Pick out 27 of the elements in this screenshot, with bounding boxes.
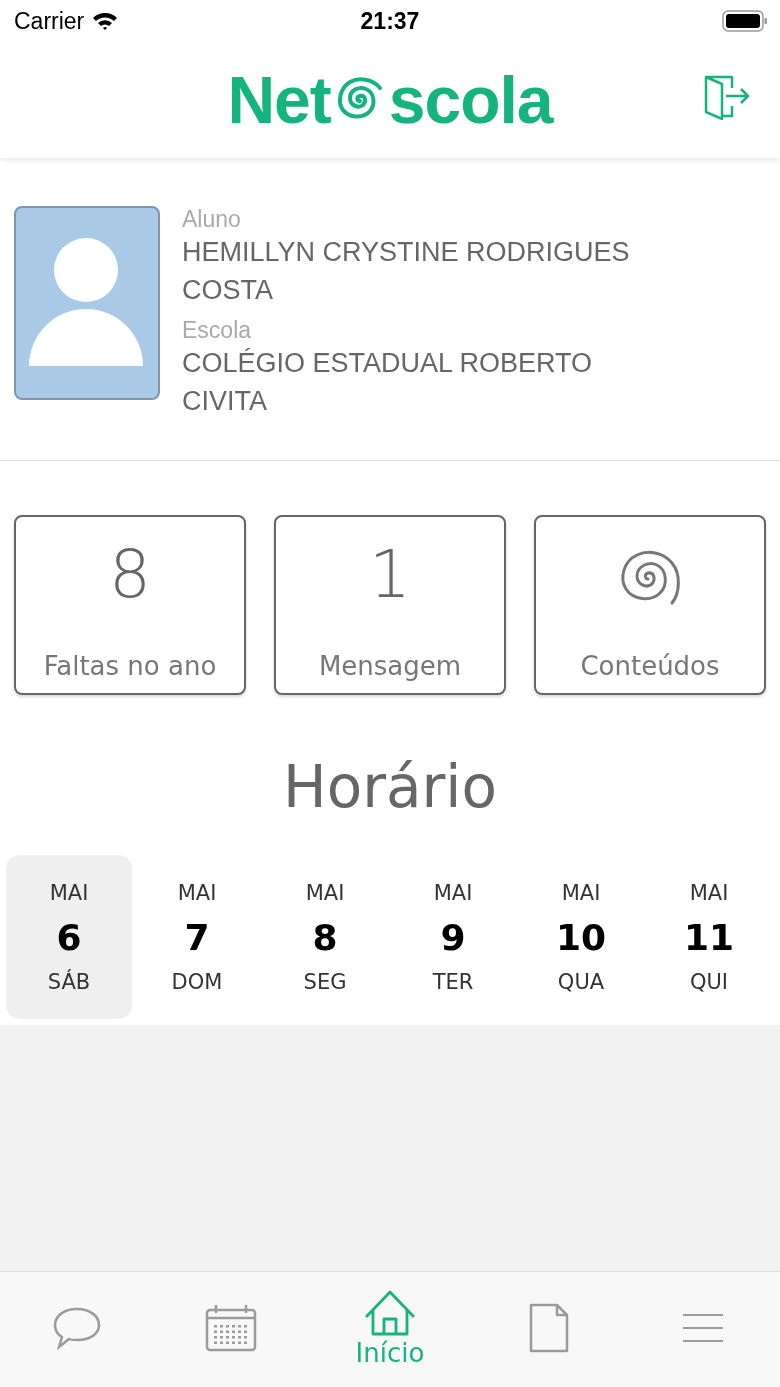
summary-tile[interactable]: Conteúdos: [534, 515, 766, 695]
tile-label: Mensagem: [318, 651, 462, 681]
summary-tile[interactable]: 1 Mensagem: [274, 515, 506, 695]
wifi-icon: [92, 11, 119, 31]
carrier-name: Carrier: [14, 7, 85, 35]
tile-count: 8: [109, 535, 151, 615]
tile-label: Conteúdos: [580, 651, 720, 681]
section-title: Horário: [282, 753, 498, 821]
clock-time: 21:37: [360, 7, 420, 35]
calendar-icon: [205, 1304, 258, 1352]
document-icon: [527, 1303, 570, 1353]
tile-label: Faltas no ano: [43, 651, 217, 681]
day-tab[interactable]: MAI 6 SÁB: [6, 855, 132, 1019]
tab-label: Início: [355, 1338, 425, 1368]
speech-bubble-icon: [52, 1305, 103, 1351]
field-label: Aluno: [182, 206, 242, 233]
home-icon: [363, 1290, 416, 1336]
field-label: Escola: [182, 317, 253, 344]
school-name: COLÉGIO ESTADUAL ROBERTO CIVITA: [182, 347, 594, 418]
battery-icon: [722, 10, 768, 32]
tile-count: 1: [369, 535, 411, 615]
logo-text: Net: [227, 62, 331, 138]
avatar-icon: [14, 206, 160, 400]
student-name: HEMILLYN CRYSTINE RODRIGUES COSTA: [182, 236, 631, 307]
summary-tile[interactable]: 8 Faltas no ano: [14, 515, 246, 695]
menu-icon: [681, 1313, 724, 1343]
logo-text: scola: [388, 62, 553, 138]
